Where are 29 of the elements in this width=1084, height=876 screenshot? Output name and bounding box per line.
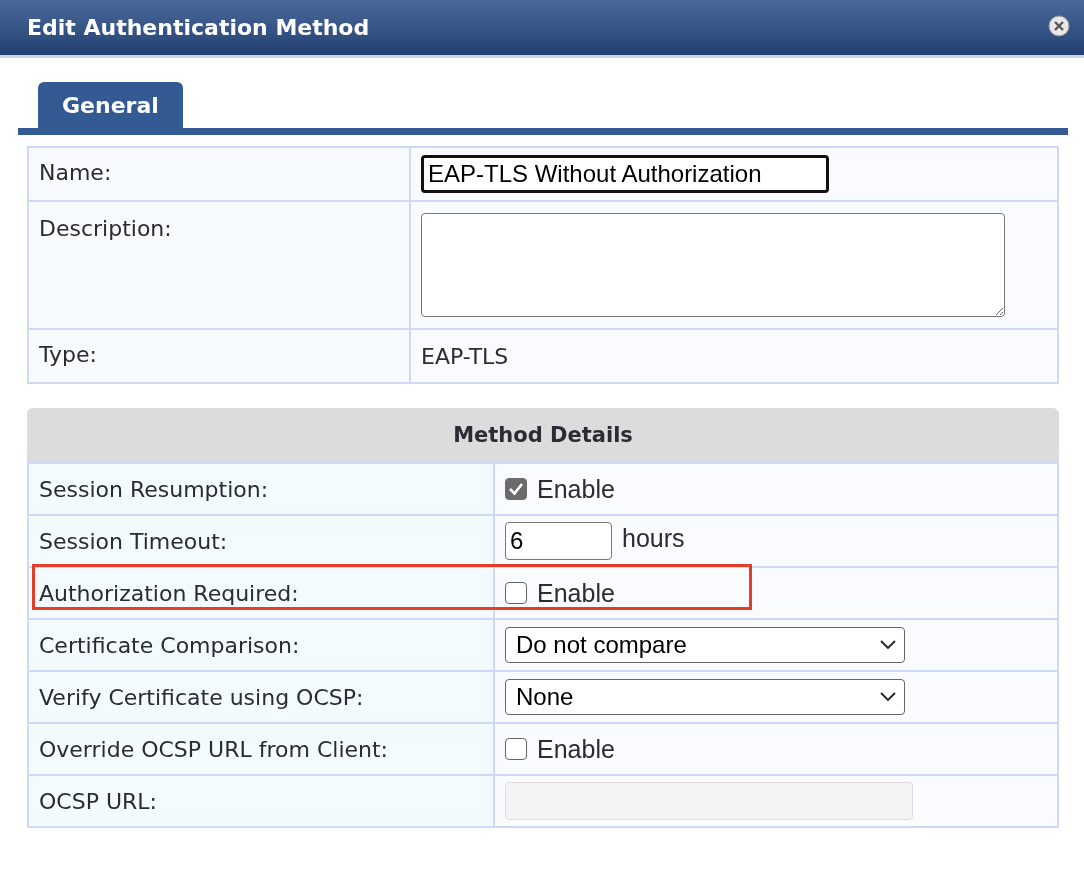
type-value: EAP-TLS [421, 343, 509, 369]
checkbox[interactable] [505, 737, 527, 760]
field-label: Certificate Comparison: [39, 632, 300, 658]
field-label: OCSP URL: [39, 788, 157, 814]
checkbox-label: Enable [537, 578, 615, 607]
field-label: Session Resumption: [39, 476, 269, 502]
field-label: Verify Certificate using OCSP: [39, 684, 364, 710]
checkbox[interactable] [505, 477, 527, 500]
field-label: Override OCSP URL from Client: [39, 736, 388, 762]
unit-label: hours [622, 524, 685, 552]
field-label: Type: [39, 342, 97, 367]
checkbox-label: Enable [537, 734, 615, 763]
name-field[interactable]: EAP-TLS Without Authorization [421, 155, 829, 193]
general-tab[interactable]: General [38, 82, 183, 128]
dropdown[interactable]: None [505, 679, 905, 715]
window-title: Edit Authentication Method [27, 15, 370, 40]
close-icon[interactable] [1048, 15, 1070, 37]
timeout-field[interactable]: 6 [505, 522, 612, 560]
chevron-down-icon [880, 692, 896, 702]
chevron-down-icon [880, 640, 896, 650]
checkbox-label: Enable [537, 474, 615, 503]
checkbox[interactable] [505, 581, 527, 604]
field-label: Session Timeout: [39, 528, 228, 554]
field-label: Description: [39, 216, 172, 241]
section-title: Method Details [453, 423, 633, 447]
description-field[interactable] [421, 213, 1005, 317]
field-label: Name: [39, 160, 112, 185]
field-label: Authorization Required: [39, 580, 299, 606]
dropdown[interactable]: Do not compare [505, 627, 905, 663]
